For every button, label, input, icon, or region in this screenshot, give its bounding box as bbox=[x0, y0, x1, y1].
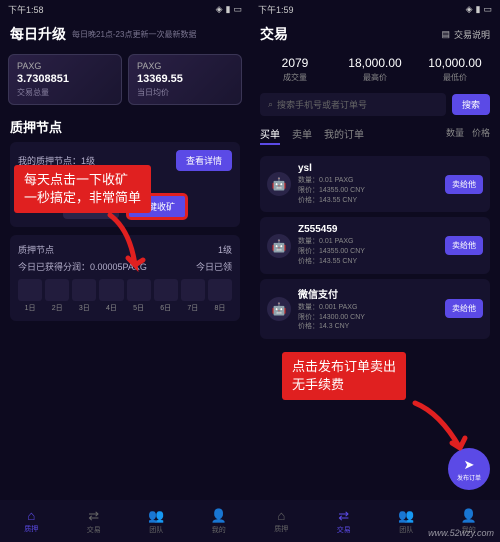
trade-stats: 2079成交量 18,000.00最高价 10,000.00最低价 bbox=[250, 50, 500, 89]
day-box[interactable] bbox=[72, 279, 96, 301]
avatar: 🤖 bbox=[267, 234, 291, 258]
status-bar: 下午1:59 ◈ ▮ ▭ bbox=[250, 0, 500, 18]
battery-icon: ▭ bbox=[233, 4, 242, 15]
card-value: 3.7308851 bbox=[17, 73, 113, 85]
avatar: 🤖 bbox=[267, 172, 291, 196]
order-item[interactable]: 🤖 微信支付 数量：0.001 PAXG 限价：14300.00 CNY 价格：… bbox=[260, 279, 490, 339]
detail-button[interactable]: 查看详情 bbox=[176, 150, 232, 171]
order-name: Z555459 bbox=[298, 224, 438, 235]
wifi-icon: ◈ bbox=[466, 4, 473, 15]
card-symbol: PAXG bbox=[17, 61, 113, 71]
nav-me[interactable]: 👤我的 bbox=[188, 500, 251, 542]
team-icon: 👥 bbox=[398, 508, 414, 524]
my-node-label: 我的质押节点：1级 bbox=[18, 154, 95, 167]
user-icon: 👤 bbox=[461, 508, 477, 524]
user-icon: 👤 bbox=[211, 508, 227, 524]
pledge-title: 质押节点 bbox=[10, 117, 240, 136]
sell-button[interactable]: 卖给他 bbox=[445, 299, 483, 318]
signal-icon: ▮ bbox=[226, 4, 231, 15]
day-box[interactable] bbox=[45, 279, 69, 301]
watermark: www.52wzy.com bbox=[428, 528, 494, 538]
card-label: 交易总量 bbox=[17, 87, 113, 98]
today-dividend: 当前日分润：0.00005PAXG bbox=[18, 175, 129, 188]
status-bar: 下午1:58 ◈ ▮ ▭ bbox=[0, 0, 250, 18]
doc-icon: ▤ bbox=[441, 29, 450, 40]
card-label: 当日均价 bbox=[137, 87, 233, 98]
nodes-card-level: 1级 bbox=[218, 243, 232, 256]
signal-icon: ▮ bbox=[476, 4, 481, 15]
arrow-icon bbox=[410, 398, 480, 468]
sort-qty[interactable]: 数量 bbox=[446, 126, 464, 145]
header: 每日升级 每日晚21点-23点更新一次最新数据 bbox=[0, 18, 250, 50]
nav-trade[interactable]: ⇄交易 bbox=[63, 500, 126, 542]
tab-sell[interactable]: 卖单 bbox=[292, 126, 312, 145]
volume-card: PAXG 3.7308851 交易总量 bbox=[8, 54, 122, 105]
nav-trade[interactable]: ⇄交易 bbox=[313, 500, 376, 542]
day-box[interactable] bbox=[181, 279, 205, 301]
status-icons: ◈ ▮ ▭ bbox=[466, 4, 492, 15]
tab-buy[interactable]: 买单 bbox=[260, 126, 280, 145]
nav-team[interactable]: 👥团队 bbox=[125, 500, 188, 542]
status-icons: ◈ ▮ ▭ bbox=[216, 4, 242, 15]
home-icon: ⌂ bbox=[27, 508, 35, 523]
day-box[interactable] bbox=[208, 279, 232, 301]
battery-icon: ▭ bbox=[483, 4, 492, 15]
order-item[interactable]: 🤖 Z555459 数量：0.01 PAXG 限价：14355.00 CNY 价… bbox=[260, 217, 490, 273]
nodes-card-title: 质押节点 bbox=[18, 243, 54, 256]
order-name: ysl bbox=[298, 163, 438, 174]
search-input[interactable]: ⌕ 搜索手机号或者订单号 bbox=[260, 93, 446, 116]
sell-button[interactable]: 卖给他 bbox=[445, 236, 483, 255]
arrow-icon bbox=[100, 210, 160, 290]
search-button[interactable]: 搜索 bbox=[452, 94, 490, 115]
bottom-nav: ⌂质押 ⇄交易 👥团队 👤我的 bbox=[0, 500, 250, 542]
sell-button[interactable]: 卖给他 bbox=[445, 175, 483, 194]
avatar: 🤖 bbox=[267, 297, 291, 321]
status-time: 下午1:59 bbox=[258, 3, 294, 16]
page-title: 每日升级 bbox=[10, 24, 66, 44]
search-icon: ⌕ bbox=[268, 99, 273, 110]
nav-pledge[interactable]: ⌂质押 bbox=[250, 500, 313, 542]
tab-my[interactable]: 我的订单 bbox=[324, 126, 364, 145]
trade-icon: ⇄ bbox=[88, 508, 99, 524]
status-time: 下午1:58 bbox=[8, 3, 44, 16]
nav-pledge[interactable]: ⌂质押 bbox=[0, 500, 63, 542]
card-value: 13369.55 bbox=[137, 73, 233, 85]
header: 交易 ▤ 交易说明 bbox=[250, 18, 500, 50]
price-card: PAXG 13369.55 当日均价 bbox=[128, 54, 242, 105]
high-value: 18,000.00 bbox=[340, 56, 410, 70]
order-tabs: 买单 卖单 我的订单 数量 价格 bbox=[250, 120, 500, 151]
page-title: 交易 bbox=[260, 24, 288, 44]
team-icon: 👥 bbox=[148, 508, 164, 524]
volume-value: 2079 bbox=[260, 56, 330, 70]
order-name: 微信支付 bbox=[298, 286, 438, 301]
sort-price[interactable]: 价格 bbox=[472, 126, 490, 145]
wifi-icon: ◈ bbox=[216, 4, 223, 15]
low-value: 10,000.00 bbox=[420, 56, 490, 70]
explain-link[interactable]: 交易说明 bbox=[454, 28, 490, 41]
day-box[interactable] bbox=[18, 279, 42, 301]
page-subtitle: 每日晚21点-23点更新一次最新数据 bbox=[72, 29, 196, 40]
trade-icon: ⇄ bbox=[338, 508, 349, 524]
home-icon: ⌂ bbox=[277, 508, 285, 523]
order-item[interactable]: 🤖 ysl 数量：0.01 PAXG 限价：14355.00 CNY 价格：14… bbox=[260, 156, 490, 212]
search-placeholder: 搜索手机号或者订单号 bbox=[277, 98, 367, 111]
card-symbol: PAXG bbox=[137, 61, 233, 71]
claimed-label: 今日已领 bbox=[196, 260, 232, 273]
